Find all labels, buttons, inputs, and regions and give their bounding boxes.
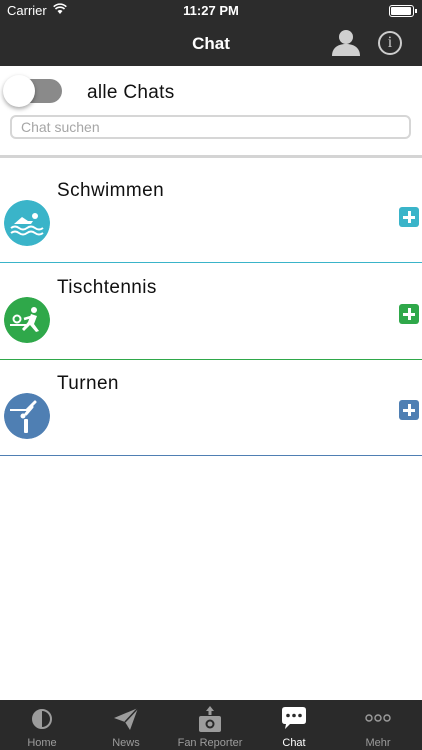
- home-icon: [32, 709, 52, 729]
- row-divider: [0, 455, 422, 456]
- tab-fan-reporter[interactable]: Fan Reporter: [168, 700, 252, 750]
- tab-label: Home: [27, 737, 57, 749]
- tab-chat[interactable]: Chat: [252, 700, 336, 750]
- tab-label: Fan Reporter: [177, 737, 243, 749]
- status-bar: Carrier 11:27 PM: [0, 0, 422, 22]
- chat-row-turnen[interactable]: Turnen: [0, 359, 422, 456]
- nav-header: Carrier 11:27 PM Chat i: [0, 0, 422, 66]
- tab-mehr[interactable]: Mehr: [336, 700, 420, 750]
- swimming-icon: [4, 200, 50, 246]
- toggle-knob: [3, 75, 35, 107]
- more-dots-icon: [365, 714, 391, 722]
- gymnastics-icon: [4, 393, 50, 439]
- chat-row-tischtennis[interactable]: Tischtennis: [0, 263, 422, 360]
- add-chat-button[interactable]: [399, 207, 419, 227]
- all-chats-label: alle Chats: [87, 82, 175, 103]
- info-icon[interactable]: i: [378, 31, 402, 55]
- chat-bubble-icon: [282, 707, 306, 729]
- paper-plane-icon: [114, 707, 139, 730]
- chat-name: Schwimmen: [57, 180, 165, 201]
- chat-search-input[interactable]: [10, 115, 411, 139]
- chat-name: Turnen: [57, 373, 119, 394]
- tab-news[interactable]: News: [84, 700, 168, 750]
- all-chats-toggle[interactable]: [3, 75, 62, 107]
- tab-home[interactable]: Home: [0, 700, 84, 750]
- camera-upload-icon: [199, 706, 221, 732]
- add-chat-button[interactable]: [399, 400, 419, 420]
- tab-label: Mehr: [365, 737, 391, 749]
- chat-name: Tischtennis: [57, 277, 157, 298]
- add-chat-button[interactable]: [399, 304, 419, 324]
- chat-row-schwimmen[interactable]: Schwimmen: [0, 166, 422, 263]
- tab-label: News: [112, 737, 140, 749]
- divider: [0, 155, 422, 158]
- status-time: 11:27 PM: [183, 3, 239, 18]
- battery-icon: [389, 5, 417, 17]
- tab-bar: Home News Fan Reporter Chat Mehr: [0, 700, 422, 750]
- table-tennis-icon: [4, 297, 50, 343]
- person-icon[interactable]: [331, 28, 361, 56]
- tab-label: Chat: [282, 737, 306, 749]
